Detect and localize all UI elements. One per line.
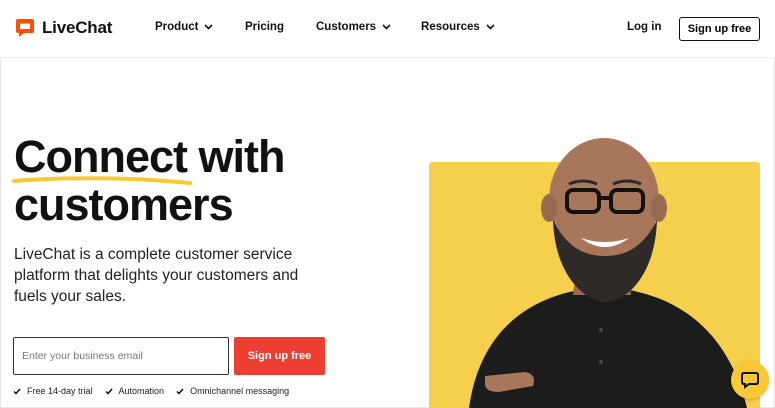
feature-label: Free 14-day trial (27, 386, 93, 396)
hero-person-illustration (469, 138, 747, 408)
livechat-logo-icon (16, 19, 34, 37)
chevron-down-icon (486, 24, 495, 30)
nav-customers-label: Customers (316, 21, 377, 33)
nav-pricing[interactable]: Pricing (245, 21, 284, 33)
login-link[interactable]: Log in (627, 21, 662, 33)
check-icon (105, 388, 113, 395)
feature-list: Free 14-day trial Automation Omnichannel… (13, 386, 289, 396)
livechat-logo[interactable]: LiveChat (14, 17, 112, 39)
check-icon (13, 388, 21, 395)
chat-widget-button[interactable] (731, 361, 769, 399)
feature-item: Free 14-day trial (13, 386, 93, 396)
chat-bubble-icon (741, 372, 759, 389)
nav-customers[interactable]: Customers (316, 21, 391, 33)
hero-title-line2: customers (14, 179, 234, 230)
header-signup-button[interactable]: Sign up free (679, 17, 760, 41)
check-icon (176, 388, 184, 395)
logo-text: LiveChat (42, 18, 113, 37)
hero-description: LiveChat is a complete customer service … (14, 246, 299, 305)
nav-product-label: Product (155, 21, 199, 33)
nav-pricing-label: Pricing (245, 21, 284, 33)
feature-label: Omnichannel messaging (190, 386, 290, 396)
hero-signup-button[interactable]: Sign up free (234, 337, 325, 375)
chevron-down-icon (382, 24, 391, 30)
nav-resources-label: Resources (421, 21, 480, 33)
chevron-down-icon (204, 24, 214, 30)
email-input[interactable] (13, 337, 229, 375)
feature-item: Automation (105, 386, 165, 396)
top-navigation: LiveChat Product Pricing Customers Resou… (0, 0, 775, 58)
nav-product[interactable]: Product (155, 21, 214, 33)
nav-resources[interactable]: Resources (421, 21, 495, 33)
feature-item: Omnichannel messaging (176, 386, 289, 396)
title-underline-decoration (12, 176, 192, 185)
feature-label: Automation (118, 386, 165, 396)
